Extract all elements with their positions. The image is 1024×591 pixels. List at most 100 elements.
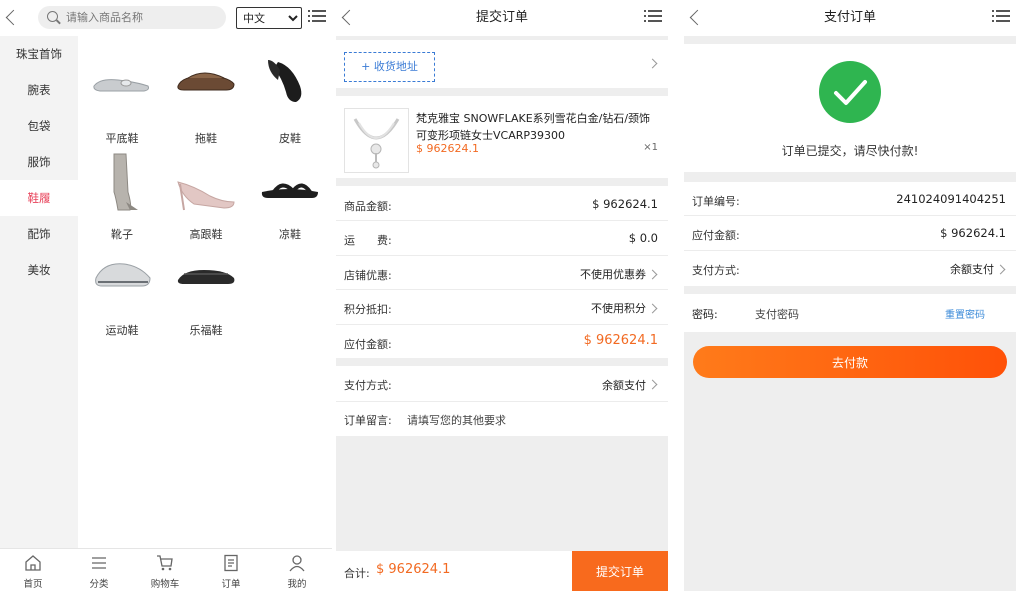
sidebar-item-accessories[interactable]: 配饰 [0,216,78,252]
search-input[interactable] [66,9,216,26]
pay-order-header: 支付订单 [684,0,1016,36]
success-check-icon [819,61,881,123]
user-icon [289,555,305,572]
product-price: $ 962624.1 [416,142,479,155]
pay-order-screen: 支付订单 订单已提交，请尽快付款! 订单编号: 241024091404251 … [684,0,1016,591]
sidebar-item-clothing[interactable]: 服饰 [0,144,78,180]
sidebar-item-jewelry[interactable]: 珠宝首饰 [0,36,78,72]
order-number-value: 241024091404251 [896,192,1006,206]
subtotal-value: $ 962624.1 [592,197,658,211]
tab-category[interactable]: 分类 [66,549,132,591]
list-icon [92,557,106,569]
payment-method-select[interactable]: 余额支付 [950,261,994,277]
product-sandals[interactable]: 凉鞋 [248,148,332,241]
product-label: 高跟鞋 [189,228,223,241]
search-box[interactable] [38,6,226,29]
product-image [344,108,409,173]
chevron-right-icon [995,264,1006,275]
product-heels[interactable]: 高跟鞋 [164,148,248,241]
coupon-select[interactable]: 不使用优惠券 [580,266,646,282]
home-icon [25,555,41,571]
password-input[interactable]: 支付密码 [755,306,799,322]
payable-label: 应付金额: [692,229,740,242]
pay-button[interactable]: 去付款 [693,346,1007,378]
product-label: 运动鞋 [105,324,139,337]
order-icon [224,554,238,572]
add-address-button[interactable]: + 收货地址 [344,52,435,82]
points-select[interactable]: 不使用积分 [591,300,646,316]
menu-icon[interactable] [644,10,662,25]
tab-label: 分类 [89,579,109,590]
submit-order-screen: 提交订单 + 收货地址 梵克雅宝 SNOWFLAKE系列雪花白金/钻石/颈饰可变… [336,0,668,591]
submit-order-header: 提交订单 [336,0,668,36]
menu-icon[interactable] [308,10,326,25]
product-slippers[interactable]: 拖鞋 [164,52,248,145]
product-boots[interactable]: 靴子 [80,148,164,241]
submit-order-button[interactable]: 提交订单 [572,551,668,591]
tab-orders[interactable]: 订单 [198,549,264,591]
product-flats[interactable]: 平底鞋 [80,52,164,145]
amount-list: 商品金额: $ 962624.1 运 费: $ 0.0 店铺优惠: 不使用优惠券… [336,186,668,358]
product-name: 梵克雅宝 SNOWFLAKE系列雪花白金/钻石/颈饰可变形项链女士VCARP39… [416,112,651,142]
language-select[interactable]: 中文 [236,7,302,29]
product-leather-shoes[interactable]: 皮鞋 [248,52,332,145]
chevron-right-icon [647,58,658,69]
status-block: 订单已提交，请尽快付款! [684,44,1016,172]
boots-image [113,153,138,211]
tab-home[interactable]: 首页 [0,549,66,591]
category-sidebar: 珠宝首饰 腕表 包袋 服饰 鞋履 配饰 美妆 [0,36,78,548]
tab-cart[interactable]: 购物车 [132,549,198,591]
shipping-value: $ 0.0 [628,231,658,245]
sneakers-image [95,263,151,287]
subtotal-label: 商品金额: [344,200,392,213]
product-quantity: ×1 [643,142,658,153]
payable-label: 应付金额: [344,338,392,351]
password-row: 密码: 支付密码 重置密码 [684,294,1016,332]
sidebar-item-bags[interactable]: 包袋 [0,108,78,144]
category-header: 中文 [0,0,332,36]
tab-label: 我的 [287,579,307,590]
product-loafers[interactable]: 乐福鞋 [164,244,248,337]
password-label: 密码: [692,308,718,321]
leather-shoes-image [268,60,302,102]
payment-method-select[interactable]: 余额支付 [602,377,646,393]
menu-icon[interactable] [992,10,1010,25]
order-item: 梵克雅宝 SNOWFLAKE系列雪花白金/钻石/颈饰可变形项链女士VCARP39… [336,96,668,178]
product-label: 乐福鞋 [189,324,223,337]
product-label: 凉鞋 [279,228,301,241]
screen: 中文 珠宝首饰 腕表 包袋 服饰 鞋履 配饰 美妆 [0,0,1024,591]
tab-label: 购物车 [150,579,180,590]
product-sneakers[interactable]: 运动鞋 [80,244,164,337]
total-label: 合计: [344,567,370,580]
sidebar-item-beauty[interactable]: 美妆 [0,252,78,288]
tab-profile[interactable]: 我的 [264,549,330,591]
tab-label: 首页 [23,579,43,590]
product-label: 平底鞋 [105,132,139,145]
sandals-image [261,183,318,198]
reset-password-link[interactable]: 重置密码 [945,306,985,321]
cart-icon [157,555,173,571]
order-footer: 合计: $ 962624.1 提交订单 [336,551,668,591]
back-icon[interactable] [4,8,18,28]
sidebar-item-watches[interactable]: 腕表 [0,72,78,108]
product-label: 拖鞋 [195,132,217,145]
coupon-label: 店铺优惠: [344,269,392,282]
order-note-input[interactable]: 请填写您的其他要求 [407,412,506,428]
order-number-label: 订单编号: [692,195,740,208]
chevron-right-icon [647,269,658,280]
slippers-image [177,72,235,91]
flats-image [93,79,149,92]
shipping-label: 运 费: [344,234,392,247]
product-label: 皮鞋 [279,132,301,145]
address-row[interactable]: + 收货地址 [336,40,668,88]
loafers-image [177,270,235,284]
page-title: 支付订单 [823,10,876,25]
search-icon [47,11,58,22]
tab-label: 订单 [221,579,241,590]
sidebar-item-shoes[interactable]: 鞋履 [0,180,78,216]
total-value: $ 962624.1 [376,562,451,577]
category-screen: 中文 珠宝首饰 腕表 包袋 服饰 鞋履 配饰 美妆 [0,0,332,591]
order-note-label: 订单留言: [344,414,392,427]
payment-method-label: 支付方式: [692,264,740,277]
points-label: 积分抵扣: [344,303,392,316]
